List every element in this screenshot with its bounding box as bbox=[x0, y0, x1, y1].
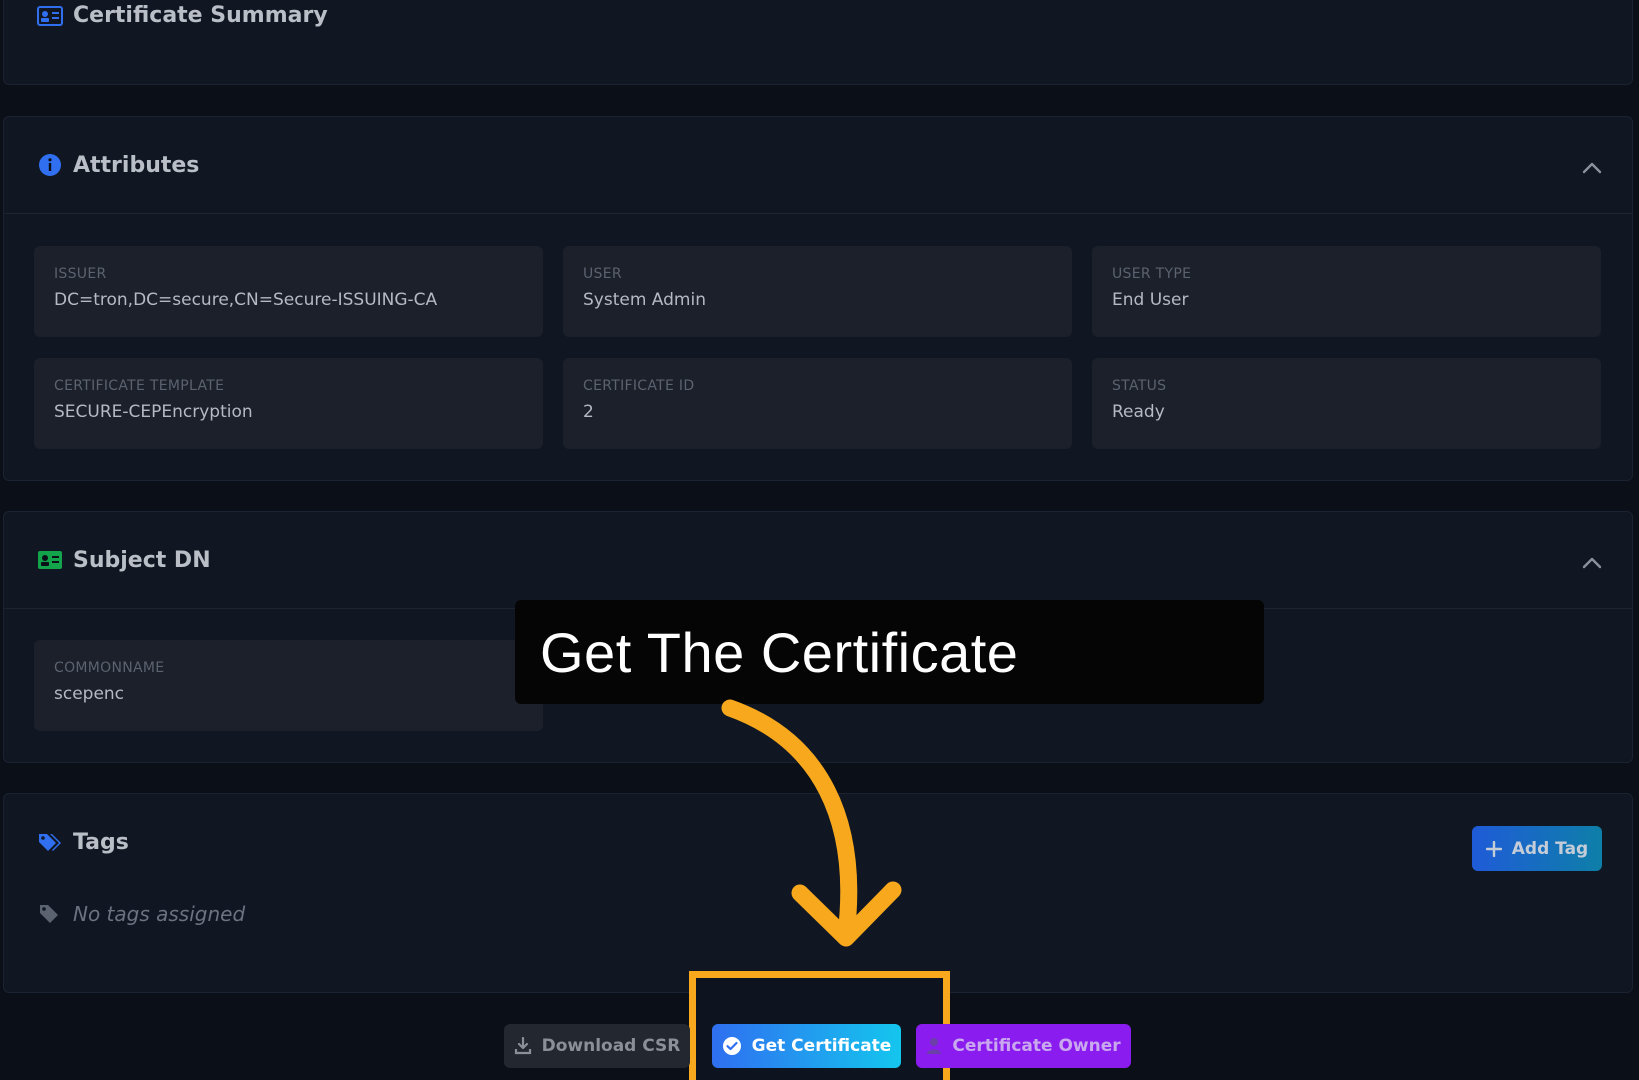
field-label: ISSUER bbox=[54, 266, 107, 282]
get-certificate-button[interactable]: Get Certificate bbox=[712, 1024, 901, 1068]
no-tags-text: No tags assigned bbox=[73, 902, 246, 926]
download-csr-button[interactable]: Download CSR bbox=[504, 1024, 690, 1068]
field-value: 2 bbox=[583, 402, 594, 422]
id-card-icon bbox=[37, 549, 63, 571]
add-tag-button[interactable]: Add Tag bbox=[1472, 826, 1602, 871]
field-label: USER bbox=[583, 266, 622, 282]
plus-icon bbox=[1485, 840, 1502, 857]
field-value: DC=tron,DC=secure,CN=Secure-ISSUING-CA bbox=[54, 290, 438, 310]
download-icon bbox=[514, 1037, 532, 1055]
subject-field-commonname: COMMONNAME scepenc bbox=[34, 640, 543, 731]
field-label: COMMONNAME bbox=[54, 660, 165, 676]
field-label: CERTIFICATE TEMPLATE bbox=[54, 378, 225, 394]
attribute-field-certificate-id: CERTIFICATE ID 2 bbox=[563, 358, 1072, 449]
id-card-icon bbox=[37, 5, 63, 27]
attribute-field-issuer: ISSUER DC=tron,DC=secure,CN=Secure-ISSUI… bbox=[34, 246, 543, 337]
attribute-field-template: CERTIFICATE TEMPLATE SECURE-CEPEncryptio… bbox=[34, 358, 543, 449]
info-icon bbox=[37, 154, 63, 176]
annotation-text: Get The Certificate bbox=[540, 620, 1019, 684]
field-label: USER TYPE bbox=[1112, 266, 1192, 282]
attributes-header[interactable]: Attributes bbox=[4, 117, 1632, 214]
check-circle-icon bbox=[722, 1036, 742, 1056]
field-value: scepenc bbox=[54, 684, 125, 704]
tags-card: Tags No tags assigned Add Tag bbox=[3, 793, 1633, 993]
download-csr-label: Download CSR bbox=[541, 1036, 681, 1056]
field-label: STATUS bbox=[1112, 378, 1167, 394]
certificate-summary-card: Certificate Summary bbox=[3, 0, 1633, 85]
tag-icon bbox=[39, 904, 61, 924]
tags-icon bbox=[37, 832, 63, 854]
summary-title: Certificate Summary bbox=[73, 3, 328, 28]
field-value: End User bbox=[1112, 290, 1189, 310]
chevron-up-icon[interactable] bbox=[1582, 554, 1602, 574]
field-value: Ready bbox=[1112, 402, 1165, 422]
attribute-field-user: USER System Admin bbox=[563, 246, 1072, 337]
get-certificate-label: Get Certificate bbox=[751, 1036, 892, 1056]
chevron-up-icon[interactable] bbox=[1582, 159, 1602, 179]
attributes-title: Attributes bbox=[73, 152, 200, 178]
field-value: SECURE-CEPEncryption bbox=[54, 402, 253, 422]
user-icon bbox=[926, 1037, 942, 1055]
certificate-owner-label: Certificate Owner bbox=[952, 1036, 1121, 1056]
annotation-callout: Get The Certificate bbox=[515, 600, 1264, 704]
attribute-field-user-type: USER TYPE End User bbox=[1092, 246, 1601, 337]
certificate-owner-button[interactable]: Certificate Owner bbox=[916, 1024, 1131, 1068]
field-value: System Admin bbox=[583, 290, 706, 310]
subject-dn-header[interactable]: Subject DN bbox=[4, 512, 1632, 609]
field-label: CERTIFICATE ID bbox=[583, 378, 695, 394]
attribute-field-status: STATUS Ready bbox=[1092, 358, 1601, 449]
tags-title: Tags bbox=[73, 830, 129, 855]
add-tag-label: Add Tag bbox=[1511, 838, 1589, 859]
subject-dn-title: Subject DN bbox=[73, 547, 211, 573]
